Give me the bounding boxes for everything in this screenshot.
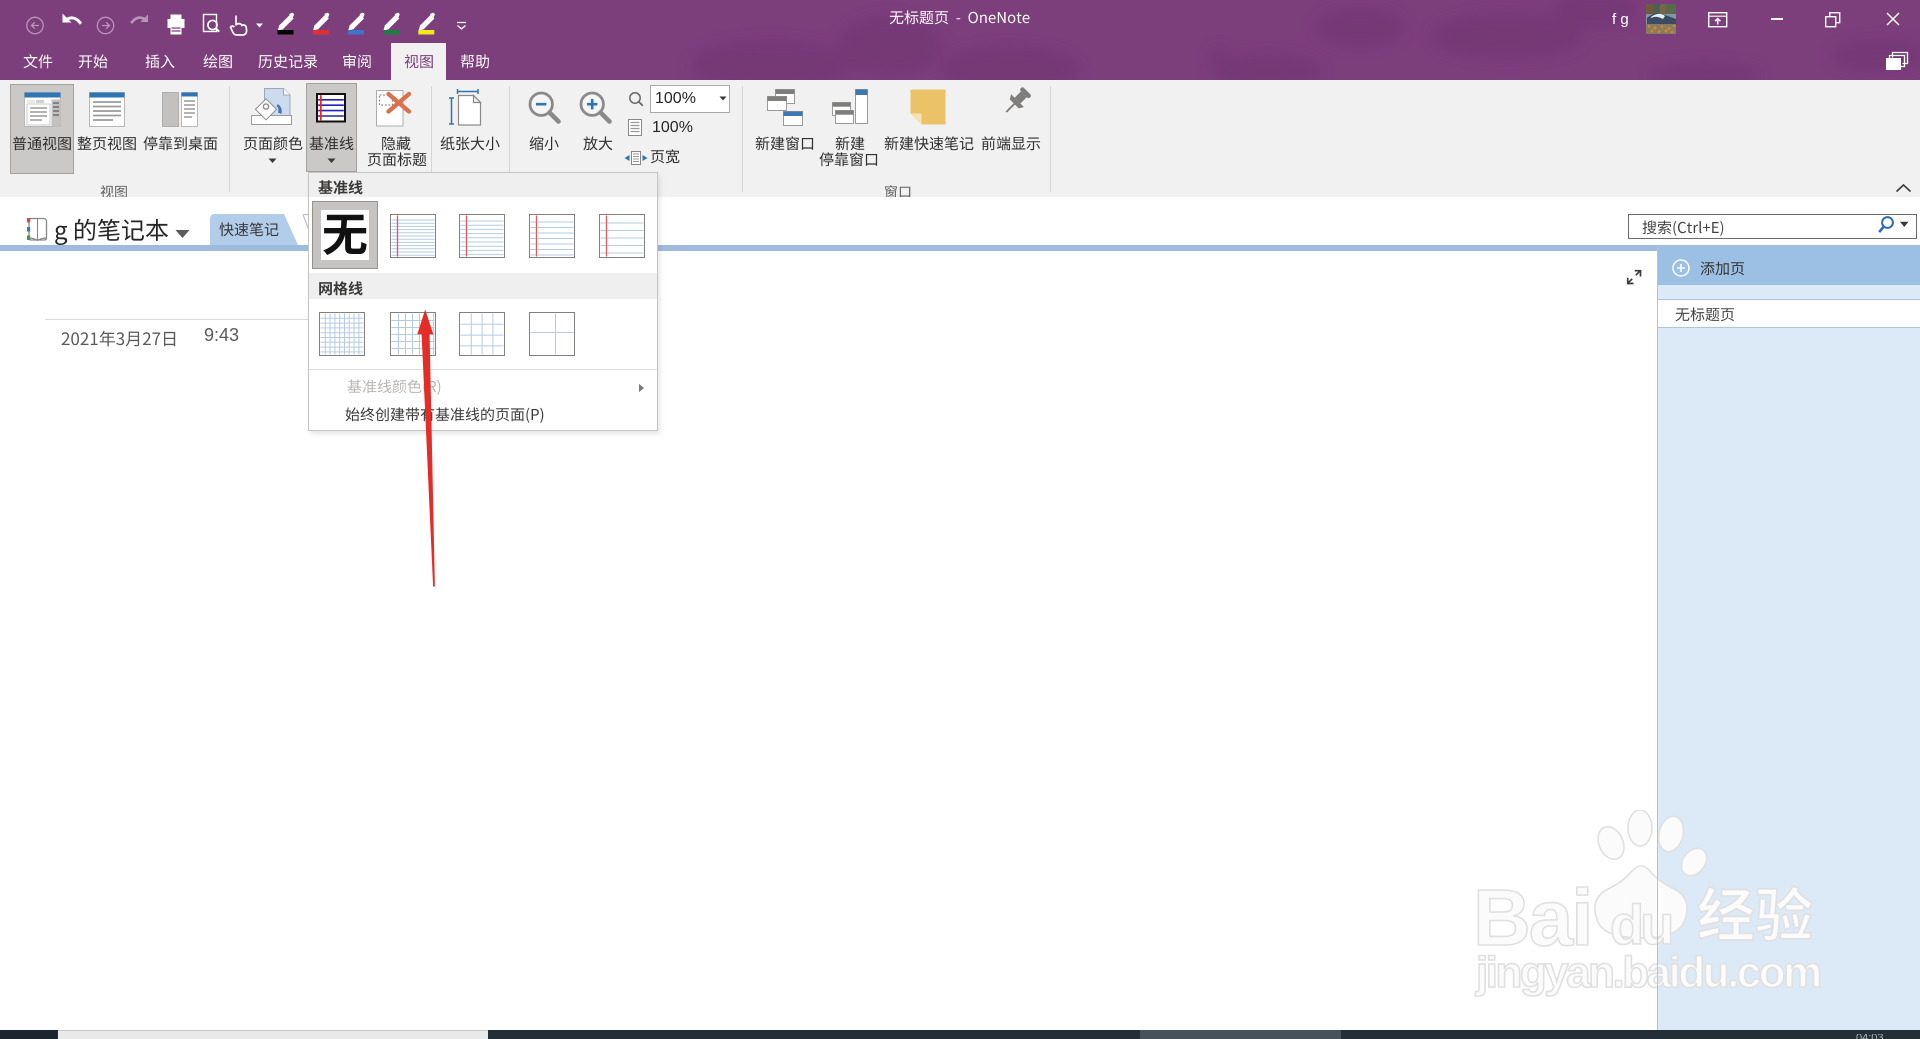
svg-text:du: du bbox=[1610, 893, 1671, 956]
